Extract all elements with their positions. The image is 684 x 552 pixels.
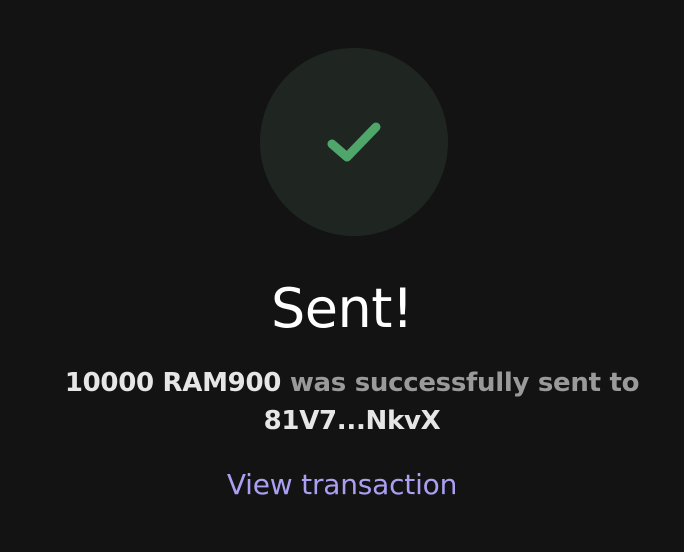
message-text: was successfully sent to (289, 368, 640, 398)
success-icon-circle (260, 48, 448, 236)
page-title: Sent! (270, 277, 414, 340)
checkmark-icon (327, 122, 381, 162)
recipient-address: 81V7...NkvX (263, 406, 441, 436)
success-message: 10000 RAM900 was successfully sent to 81… (20, 364, 684, 440)
sent-amount: 10000 RAM900 (64, 368, 282, 398)
view-transaction-link[interactable]: View transaction (0, 466, 684, 504)
